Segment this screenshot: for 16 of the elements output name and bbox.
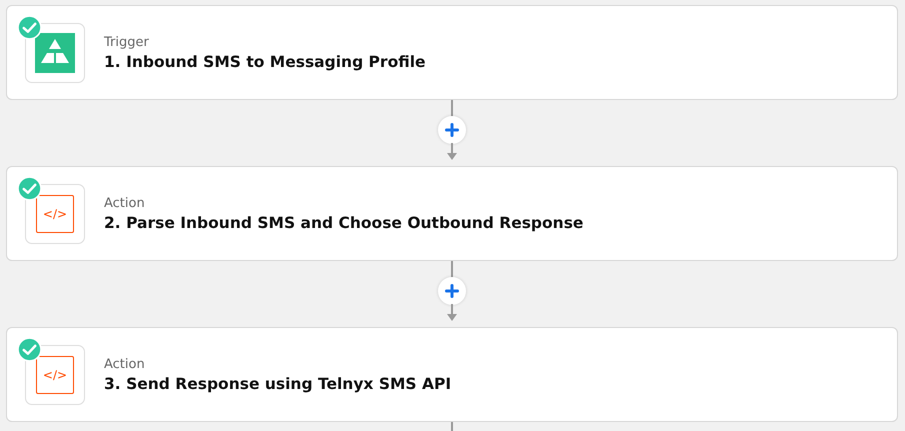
step-title: 3. Send Response using Telnyx SMS API (104, 374, 452, 392)
step-title: 2. Parse Inbound SMS and Choose Outbound Response (104, 214, 584, 232)
add-step-button[interactable] (438, 277, 466, 305)
plus-icon (445, 284, 459, 298)
step-type-label: Action (104, 356, 146, 372)
add-step-button[interactable] (438, 116, 466, 144)
code-icon: </> (36, 194, 74, 232)
step-title: 1. Inbound SMS to Messaging Profile (104, 52, 426, 70)
step-type-label: Action (104, 196, 146, 210)
step-type-label: Trigger (104, 34, 150, 50)
step-card[interactable]: </> Action 2. Parse Inbound SMS and Choose Outbound Response (6, 166, 898, 261)
triangle-logo-icon (35, 32, 75, 72)
step-card[interactable]: Trigger 1. Inbound SMS to Messaging Profile (6, 5, 898, 100)
code-icon: </> (36, 356, 74, 394)
plus-icon (445, 123, 459, 137)
step-card[interactable]: </> Action 3. Send Response using Telnyx SMS API (6, 327, 898, 422)
